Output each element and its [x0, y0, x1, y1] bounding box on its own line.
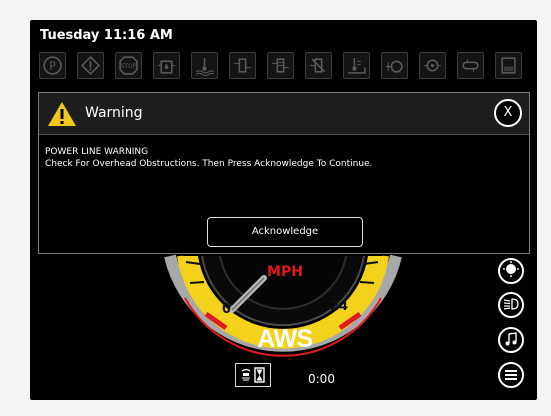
warning-message: Check For Overhead Obstructions. Then Pr… — [45, 159, 373, 169]
music-icon — [504, 331, 518, 350]
brightness-icon — [503, 261, 519, 281]
close-button[interactable]: X — [494, 99, 522, 127]
headlight-icon — [503, 296, 519, 315]
menu-icon — [504, 366, 518, 385]
acknowledge-button[interactable]: Acknowledge — [207, 217, 363, 247]
display-screen: Tuesday 11:16 AM P STOP MPH 0 24 AWS 0:0… — [30, 20, 537, 400]
warning-title: Warning — [85, 105, 143, 121]
gauge-scale-max: 24 — [330, 299, 349, 314]
timer-icon — [235, 363, 271, 387]
warning-triangle-icon — [47, 101, 77, 127]
warning-dialog-header: Warning X — [39, 93, 529, 135]
warning-dialog: Warning X POWER LINE WARNING Check For O… — [38, 92, 530, 254]
speed-unit-label: MPH — [267, 264, 303, 280]
music-button[interactable] — [498, 327, 524, 353]
steer-timer-value: 0:00 — [308, 372, 335, 386]
steer-mode-label: AWS — [257, 325, 313, 353]
brightness-button[interactable] — [498, 258, 524, 284]
warning-heading: POWER LINE WARNING — [45, 147, 149, 157]
gauge-scale-min: 0 — [222, 302, 232, 317]
menu-button[interactable] — [498, 362, 524, 388]
headlight-button[interactable] — [498, 292, 524, 318]
